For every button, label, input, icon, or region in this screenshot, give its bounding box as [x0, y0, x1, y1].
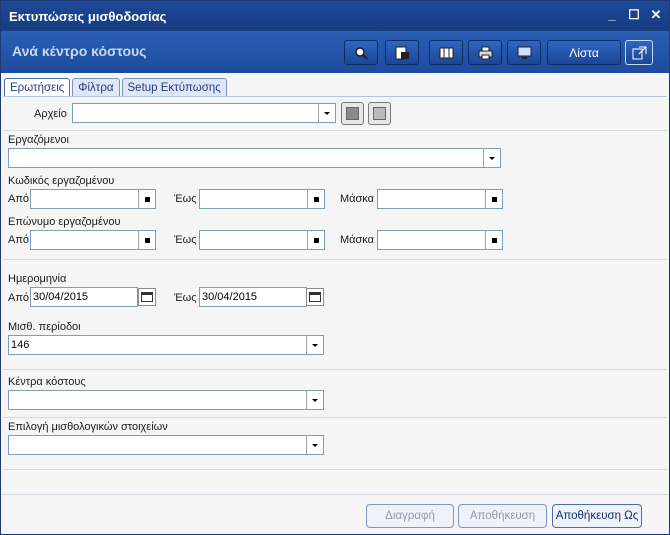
search-icon [354, 46, 369, 60]
cost-centers-label: Κέντρα κόστους [8, 376, 86, 388]
print-button[interactable] [468, 40, 502, 65]
questions-panel: Αρχείο Εργαζόμενοι Κωδικός εργαζομένου Α… [3, 96, 667, 494]
employee-surname-mask-label: Μάσκα [340, 234, 375, 246]
preview-button[interactable] [385, 40, 419, 65]
preview-icon [395, 46, 410, 60]
export-icon [632, 46, 647, 60]
employees-select[interactable] [8, 148, 501, 168]
employee-surname-to-field[interactable] [199, 230, 325, 250]
employee-code-label: Κωδικός εργαζομένου [8, 175, 115, 187]
monitor-icon [517, 46, 532, 60]
chevron-down-icon[interactable] [483, 149, 500, 167]
lookup-icon[interactable] [485, 231, 502, 249]
payroll-items-label: Επιλογή μισθολογικών στοιχείων [8, 421, 168, 433]
save-button[interactable]: Αποθήκευση [458, 504, 547, 528]
square-icon [373, 107, 386, 120]
minimize-button[interactable]: _ [605, 8, 619, 22]
employee-code-to-label: Έως [174, 193, 197, 205]
divider [3, 369, 667, 370]
date-from-field[interactable]: 30/04/2015 [30, 287, 138, 307]
print-icon [478, 46, 493, 60]
payroll-period-label: Μισθ. περίοδοι [8, 321, 81, 333]
archive-clear-button[interactable] [341, 102, 364, 125]
employee-code-from-field[interactable] [30, 189, 156, 209]
header-band: Ανά κέντρο κόστους Λίστα [1, 31, 669, 73]
employee-surname-to-label: Έως [174, 234, 197, 246]
columns-button[interactable] [429, 40, 463, 65]
archive-select[interactable] [72, 103, 336, 123]
divider [3, 417, 667, 418]
cost-centers-select[interactable] [8, 390, 324, 410]
tab-strip: Ερωτήσεις Φίλτρα Setup Εκτύπωσης [4, 78, 227, 97]
date-label: Ημερομηνία [8, 273, 67, 285]
chevron-down-icon[interactable] [306, 391, 323, 409]
tab-filters[interactable]: Φίλτρα [72, 78, 120, 97]
chevron-down-icon[interactable] [306, 436, 323, 454]
payroll-items-select[interactable] [8, 435, 324, 455]
lookup-icon[interactable] [485, 190, 502, 208]
calendar-icon[interactable] [306, 288, 324, 306]
employee-surname-from-field[interactable] [30, 230, 156, 250]
title-bar: Εκτυπώσεις μισθοδοσίας _ ☐ ✕ [1, 1, 669, 31]
payroll-period-select[interactable]: 146 [8, 335, 324, 355]
delete-button[interactable]: Διαγραφή [366, 504, 454, 528]
close-button[interactable]: ✕ [649, 8, 663, 22]
report-window: Εκτυπώσεις μισθοδοσίας _ ☐ ✕ Ανά κέντρο … [0, 0, 670, 535]
date-to-field[interactable]: 30/04/2015 [199, 287, 307, 307]
tab-print-setup[interactable]: Setup Εκτύπωσης [121, 78, 227, 97]
save-as-button[interactable]: Αποθήκευση Ως [552, 504, 642, 528]
tab-questions[interactable]: Ερωτήσεις [4, 78, 71, 97]
employee-code-mask-label: Μάσκα [340, 193, 375, 205]
footer-bar: Διαγραφή Αποθήκευση Αποθήκευση Ως [1, 494, 669, 534]
employee-code-from-label: Από [8, 193, 30, 205]
list-button[interactable]: Λίστα [547, 40, 621, 65]
employee-code-mask-field[interactable] [377, 189, 503, 209]
archive-open-button[interactable] [368, 102, 391, 125]
lookup-icon[interactable] [307, 190, 324, 208]
columns-icon [439, 46, 454, 60]
window-title: Εκτυπώσεις μισθοδοσίας [9, 9, 167, 24]
square-icon [346, 107, 359, 120]
monitor-button[interactable] [507, 40, 541, 65]
lookup-icon[interactable] [138, 231, 155, 249]
window-controls: _ ☐ ✕ [605, 8, 663, 22]
maximize-button[interactable]: ☐ [627, 8, 641, 22]
calendar-icon[interactable] [138, 288, 156, 306]
divider [3, 130, 667, 131]
report-subtitle: Ανά κέντρο κόστους [12, 43, 147, 59]
date-from-label: Από [8, 292, 30, 304]
employee-surname-mask-field[interactable] [377, 230, 503, 250]
chevron-down-icon[interactable] [318, 104, 335, 122]
lookup-icon[interactable] [138, 190, 155, 208]
export-button[interactable] [625, 40, 653, 65]
search-button[interactable] [344, 40, 378, 65]
archive-label: Αρχείο [34, 108, 67, 120]
chevron-down-icon[interactable] [306, 336, 323, 354]
employees-label: Εργαζόμενοι [8, 134, 69, 146]
employee-surname-from-label: Από [8, 234, 30, 246]
employee-code-to-field[interactable] [199, 189, 325, 209]
divider [3, 259, 667, 260]
employee-surname-label: Επώνυμο εργαζομένου [8, 216, 121, 228]
date-to-label: Έως [174, 292, 197, 304]
lookup-icon[interactable] [307, 231, 324, 249]
divider [3, 469, 667, 470]
